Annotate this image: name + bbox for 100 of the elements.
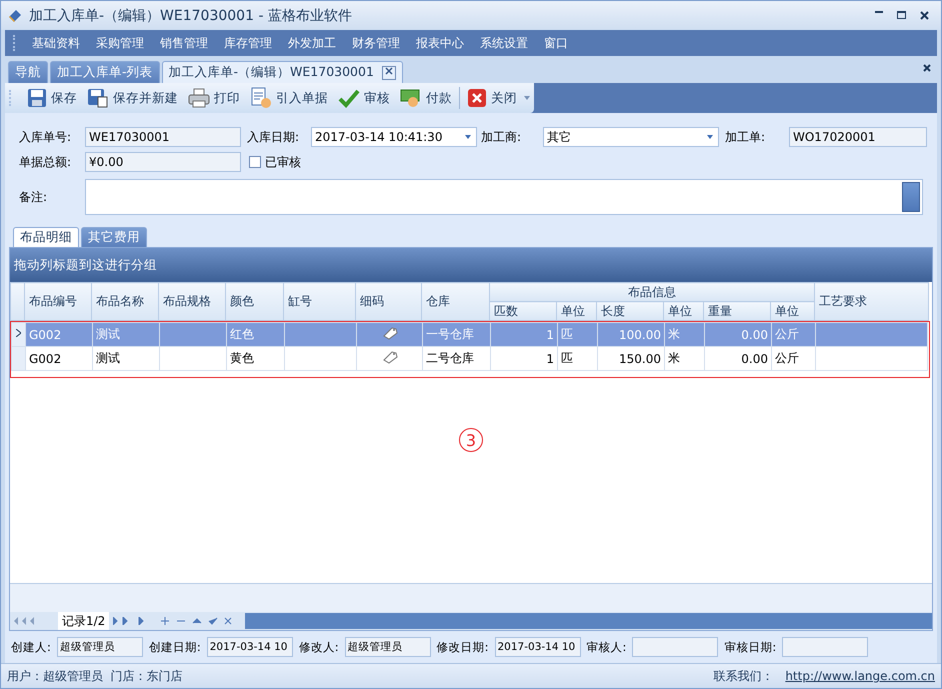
total-amount-field[interactable]: ¥0.00 bbox=[85, 152, 241, 172]
contact-label: 联系我们： bbox=[713, 668, 774, 684]
date-picker[interactable]: 2017-03-14 10:41:30 bbox=[311, 127, 477, 147]
table-cell: 二号仓库 bbox=[426, 351, 474, 365]
field-label: 入库日期: bbox=[247, 128, 300, 146]
tab-close-icon[interactable] bbox=[382, 66, 396, 80]
close-icon[interactable] bbox=[920, 11, 929, 20]
info-field: 超级管理员 bbox=[344, 637, 431, 657]
dropdown-arrow-icon[interactable] bbox=[707, 135, 713, 139]
column-header[interactable]: 颜色 bbox=[226, 282, 284, 320]
website-link[interactable]: http://www.lange.com.cn bbox=[785, 669, 935, 683]
close-icon[interactable] bbox=[923, 64, 931, 72]
column-header[interactable]: 仓库 bbox=[422, 282, 490, 320]
menu-item[interactable]: 采购管理 bbox=[88, 34, 152, 52]
menu-item[interactable]: 基础资料 bbox=[24, 34, 88, 52]
table-cell: 1 bbox=[546, 328, 554, 342]
table-row[interactable]: G002 测试 黄色 二号仓库 1 匹 150.00 米 0.00 公斤 bbox=[12, 346, 928, 370]
table-cell: 0.00 bbox=[741, 328, 768, 342]
table-cell: 匹 bbox=[561, 327, 573, 341]
toolbar-button[interactable]: 付款 bbox=[397, 85, 455, 111]
document-tab[interactable]: 加工入库单-（编辑）WE17030001 bbox=[162, 61, 403, 83]
horizontal-scrollbar[interactable] bbox=[245, 613, 932, 629]
toolbar-button[interactable]: 打印 bbox=[185, 85, 243, 111]
dropdown-caret-icon[interactable] bbox=[524, 96, 530, 100]
maximize-icon[interactable] bbox=[897, 11, 906, 19]
toolbar-button[interactable]: 保存 bbox=[24, 85, 80, 111]
field-label: 修改人: bbox=[298, 640, 340, 654]
processor-dropdown[interactable]: 其它 bbox=[543, 127, 719, 147]
column-header[interactable]: 单位 bbox=[770, 302, 814, 320]
field-label: 创建日期: bbox=[148, 640, 202, 654]
table-cell: 黄色 bbox=[230, 351, 254, 365]
checkmark-icon bbox=[338, 88, 360, 108]
remark-field[interactable] bbox=[85, 179, 923, 215]
annotation-number: 3 bbox=[459, 428, 483, 452]
table-cell: 测试 bbox=[96, 351, 120, 365]
column-header[interactable]: 工艺要求 bbox=[814, 282, 928, 320]
scrollbar[interactable] bbox=[902, 182, 920, 212]
table-cell: G002 bbox=[29, 328, 62, 342]
column-header[interactable]: 布品规格 bbox=[158, 282, 226, 320]
field-label: 入库单号: bbox=[19, 128, 72, 146]
menu-item[interactable]: 窗口 bbox=[536, 34, 576, 52]
table-cell: 一号仓库 bbox=[426, 327, 474, 341]
column-header[interactable]: 缸号 bbox=[284, 282, 356, 320]
tag-icon[interactable] bbox=[382, 326, 398, 340]
table-cell: 红色 bbox=[230, 327, 254, 341]
field-label: 加工单: bbox=[725, 128, 766, 146]
column-header[interactable]: 长度 bbox=[596, 302, 664, 320]
field-label: 创建人: bbox=[10, 640, 52, 654]
table-cell: 公斤 bbox=[775, 351, 799, 365]
column-header[interactable]: 匹数 bbox=[490, 302, 556, 320]
toolbar-button[interactable]: 关闭 bbox=[464, 85, 520, 111]
field-label: 审核人: bbox=[586, 640, 628, 654]
column-header[interactable]: 布品编号 bbox=[24, 282, 92, 320]
record-counter: 记录1/2 bbox=[58, 612, 110, 630]
audited-checkbox[interactable] bbox=[249, 156, 261, 168]
info-field: 2017-03-14 10 bbox=[206, 637, 293, 657]
field-label: 备注: bbox=[19, 188, 48, 206]
field-label: 单据总额: bbox=[19, 154, 72, 170]
order-number-field[interactable]: WE17030001 bbox=[85, 127, 241, 147]
column-header[interactable]: 布品名称 bbox=[92, 282, 158, 320]
table-cell: 0.00 bbox=[741, 352, 768, 366]
window-title: 加工入库单-（编辑）WE17030001 - 蓝格布业软件 bbox=[29, 6, 353, 24]
table-cell: 米 bbox=[668, 351, 680, 365]
info-field: 超级管理员 bbox=[56, 637, 143, 657]
info-field: 2017-03-14 10 bbox=[494, 637, 580, 657]
menu-item[interactable]: 库存管理 bbox=[216, 34, 280, 52]
table-cell: 100.00 bbox=[619, 328, 661, 342]
column-header[interactable]: 重量 bbox=[704, 302, 770, 320]
row-pointer-icon bbox=[16, 329, 21, 337]
table-cell: 测试 bbox=[96, 327, 120, 341]
group-panel: 拖动列标题到这进行分组 bbox=[10, 248, 932, 282]
column-header[interactable]: 单位 bbox=[664, 302, 704, 320]
floppy-disk-icon bbox=[87, 88, 109, 108]
field-label: 修改日期: bbox=[436, 640, 490, 654]
menu-item[interactable]: 报表中心 bbox=[408, 34, 472, 52]
printer-icon bbox=[188, 88, 210, 108]
process-order-field[interactable]: WO17020001 bbox=[789, 127, 927, 147]
field-label: 审核日期: bbox=[723, 640, 778, 654]
dropdown-arrow-icon[interactable] bbox=[465, 135, 471, 139]
menu-item[interactable]: 销售管理 bbox=[152, 34, 216, 52]
menu-item[interactable]: 系统设置 bbox=[472, 34, 536, 52]
menu-item[interactable]: 财务管理 bbox=[344, 34, 408, 52]
column-header[interactable]: 单位 bbox=[556, 302, 596, 320]
detail-tab[interactable]: 布品明细 bbox=[13, 227, 79, 247]
column-header[interactable]: 细码 bbox=[356, 282, 422, 320]
column-group-header: 布品信息 bbox=[490, 282, 814, 302]
minimize-icon[interactable] bbox=[875, 11, 883, 14]
table-cell: 公斤 bbox=[775, 327, 799, 341]
toolbar-button[interactable]: 保存并新建 bbox=[84, 85, 181, 111]
close-icon bbox=[467, 88, 487, 108]
toolbar-button[interactable]: 审核 bbox=[335, 85, 393, 111]
table-cell: 150.00 bbox=[619, 352, 661, 366]
tag-icon[interactable] bbox=[382, 350, 398, 364]
table-cell: 匹 bbox=[561, 351, 573, 365]
user-info: 用户：超级管理员 门店：东门店 bbox=[7, 668, 184, 684]
table-cell: 米 bbox=[668, 327, 680, 341]
toolbar-button[interactable]: 引入单据 bbox=[247, 85, 331, 111]
table-cell: G002 bbox=[29, 352, 62, 366]
menu-item[interactable]: 外发加工 bbox=[280, 34, 344, 52]
field-label: 加工商: bbox=[481, 128, 522, 146]
